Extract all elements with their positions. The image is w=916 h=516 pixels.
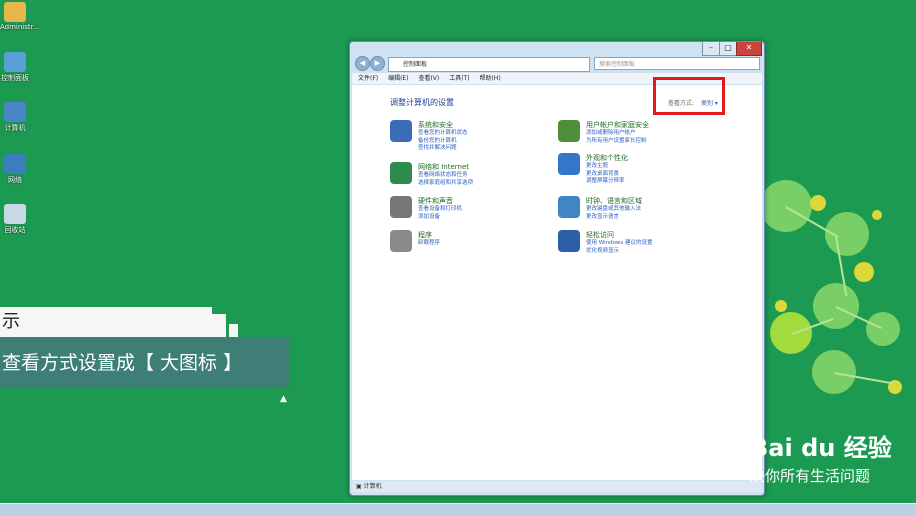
window-content: 调整计算机的设置 查看方式: 类别 ▾ 系统和安全 查看您的计算机状态 备份您的…	[352, 85, 762, 480]
monitor-icon	[558, 153, 580, 175]
caption-decoration	[212, 314, 226, 337]
folder-icon	[4, 2, 26, 22]
network-icon	[4, 154, 26, 174]
recycle-bin-icon	[4, 204, 26, 224]
desktop-icon-administrator[interactable]: Administr...	[0, 2, 40, 31]
close-button[interactable]: ✕	[736, 42, 762, 56]
caption-line-bottom: 查看方式设置成【 大图标 】	[0, 338, 290, 388]
desktop-icon-computer[interactable]: 计算机	[0, 102, 30, 133]
computer-icon: ▣	[356, 483, 362, 490]
forward-button[interactable]: ▶	[370, 56, 385, 71]
menu-help[interactable]: 帮助(H)	[479, 75, 500, 82]
breadcrumb-control-panel[interactable]: 控制面板	[403, 61, 427, 68]
computer-icon	[4, 102, 26, 122]
window-titlebar[interactable]: – □ ✕ ◀ ▶ 控制面板 搜索控制面板	[350, 42, 764, 72]
globe-icon	[390, 162, 412, 184]
printer-icon	[390, 196, 412, 218]
clock-icon	[558, 196, 580, 218]
taskbar[interactable]	[0, 503, 916, 516]
caption-line-top: 示	[0, 307, 212, 337]
status-text: 计算机	[363, 483, 382, 490]
desktop-icon-control-panel[interactable]: 控制面板	[0, 52, 30, 83]
menu-file[interactable]: 文件(F)	[358, 75, 378, 82]
programs-icon	[390, 230, 412, 252]
page-title: 调整计算机的设置	[390, 98, 454, 107]
mouse-cursor-icon: ▲	[280, 394, 287, 404]
menu-edit[interactable]: 编辑(E)	[388, 75, 408, 82]
control-panel-icon	[4, 52, 26, 72]
maximize-button[interactable]: □	[719, 42, 737, 56]
minimize-button[interactable]: –	[702, 42, 720, 56]
search-input[interactable]: 搜索控制面板	[594, 57, 760, 70]
status-bar: ▣ 计算机	[352, 481, 762, 492]
address-bar[interactable]: 控制面板	[388, 57, 590, 72]
highlight-box	[653, 77, 725, 115]
menu-tools[interactable]: 工具(T)	[449, 75, 469, 82]
desktop-icon-recycle-bin[interactable]: 回收站	[0, 204, 30, 235]
baidu-watermark: Bai du 经验 决你所有生活问题	[750, 428, 892, 486]
caption-decoration	[229, 324, 238, 337]
menu-view[interactable]: 查看(V)	[418, 75, 439, 82]
users-icon	[558, 120, 580, 142]
baidu-logo: Bai du 经验	[750, 434, 892, 462]
desktop-icon-network[interactable]: 网络	[0, 154, 30, 185]
shield-icon	[390, 120, 412, 142]
baidu-tagline: 决你所有生活问题	[750, 467, 871, 485]
accessibility-icon	[558, 230, 580, 252]
back-button[interactable]: ◀	[355, 56, 370, 71]
